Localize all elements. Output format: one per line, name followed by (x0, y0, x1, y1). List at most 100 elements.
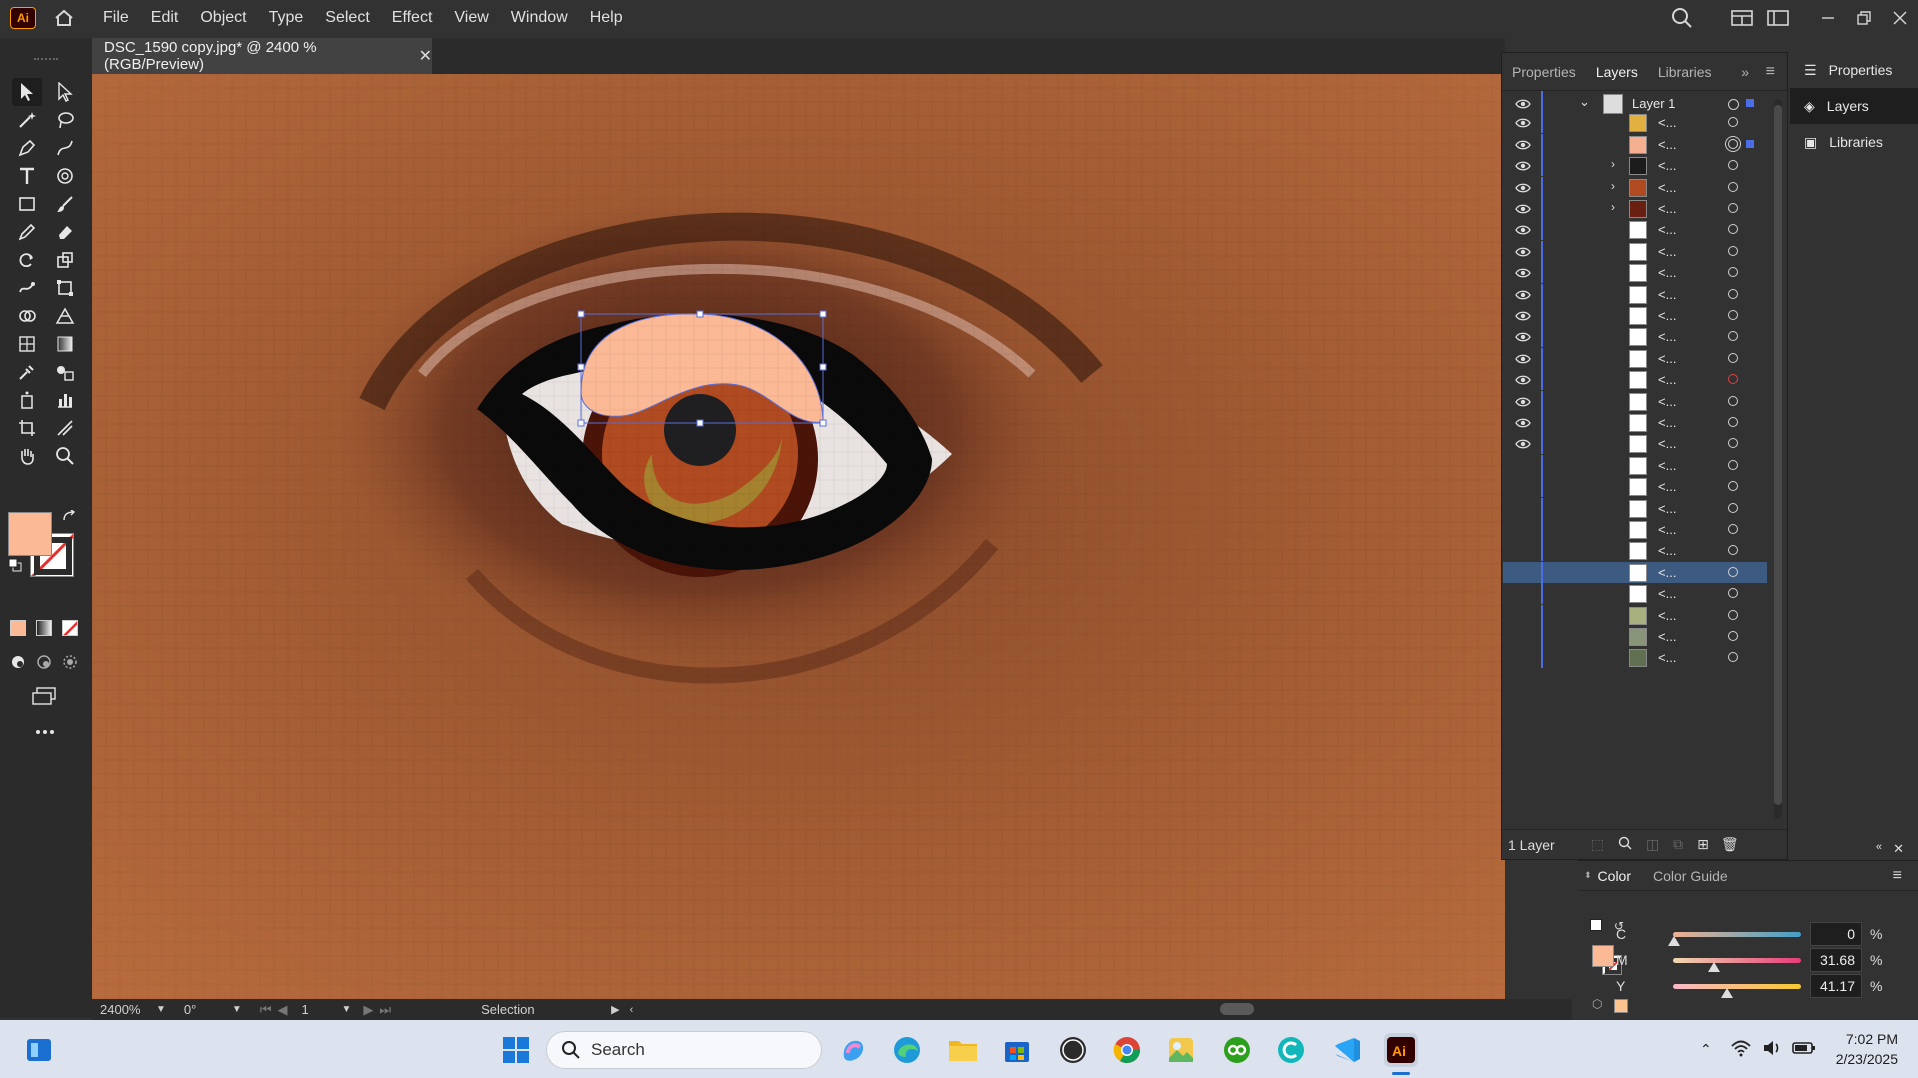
type-tool-icon[interactable] (12, 162, 42, 190)
expand-sublayer-icon[interactable]: › (1611, 200, 1615, 214)
sublayer-target-icon[interactable] (1728, 267, 1738, 278)
zoom-tool-icon[interactable] (50, 442, 80, 470)
start-icon[interactable] (499, 1033, 533, 1067)
draw-normal-icon[interactable] (6, 650, 30, 674)
tab-color[interactable]: Color (1598, 868, 1631, 884)
sublayer-name[interactable]: <... (1658, 351, 1676, 366)
workspace-switcher-icon[interactable] (1760, 0, 1796, 36)
selection-tool-icon[interactable] (12, 78, 42, 106)
blend-tool-icon[interactable] (50, 358, 80, 386)
rectangle-tool-icon[interactable] (12, 190, 42, 218)
visibility-eye-icon[interactable] (1515, 373, 1531, 387)
sublayer-name[interactable]: <... (1658, 115, 1676, 130)
microsoft-store-icon[interactable] (1000, 1033, 1034, 1067)
visibility-eye-icon[interactable] (1515, 630, 1531, 644)
sublayer-row[interactable]: <... (1503, 112, 1767, 134)
symbol-sprayer-tool-icon[interactable] (12, 386, 42, 414)
layer-target-icon[interactable] (1728, 99, 1739, 110)
sublayer-target-icon[interactable] (1728, 160, 1738, 171)
new-layer-icon[interactable]: ⊞ (1697, 836, 1709, 853)
sublayer-target-icon[interactable] (1728, 117, 1738, 128)
sublayer-row[interactable]: <... (1503, 454, 1767, 476)
visibility-eye-icon[interactable] (1515, 480, 1531, 494)
sublayer-name[interactable]: <... (1658, 265, 1676, 280)
rotation-value[interactable]: 0° (184, 1002, 232, 1017)
visibility-eye-icon[interactable] (1515, 587, 1531, 601)
widgets-icon[interactable] (22, 1033, 56, 1067)
color-panel-menu-icon[interactable]: ≡ (1893, 867, 1902, 885)
magic-wand-tool-icon[interactable] (12, 106, 42, 134)
cyan-track[interactable] (1673, 932, 1801, 937)
zoom-level[interactable]: 2400% (100, 1002, 148, 1017)
sublayer-row[interactable]: <... (1503, 326, 1767, 348)
sublayer-row[interactable]: <... (1503, 497, 1767, 519)
menu-edit[interactable]: Edit (140, 9, 190, 27)
sublayer-target-icon[interactable] (1728, 588, 1738, 599)
eraser-tool-icon[interactable] (50, 218, 80, 246)
touch-type-tool-icon[interactable] (50, 162, 80, 190)
sublayer-name[interactable]: <... (1658, 180, 1676, 195)
illustrator-taskbar-icon[interactable]: Ai (1384, 1033, 1418, 1067)
sublayer-name[interactable]: <... (1658, 222, 1676, 237)
sublayer-name[interactable]: <... (1658, 287, 1676, 302)
edge-icon[interactable] (890, 1033, 924, 1067)
sublayer-name[interactable]: <... (1658, 501, 1676, 516)
sublayer-row[interactable]: › <... (1503, 155, 1767, 177)
visibility-eye-icon[interactable] (1515, 330, 1531, 344)
previous-artboard-icon[interactable]: ◀ (278, 1002, 288, 1018)
sublayer-name[interactable]: <... (1658, 415, 1676, 430)
cyan-knob[interactable] (1668, 936, 1680, 946)
column-graph-tool-icon[interactable] (50, 386, 80, 414)
close-document-icon[interactable]: ✕ (419, 46, 432, 66)
zoom-dropdown-icon[interactable]: ▼ (156, 1004, 166, 1015)
dell-icon[interactable] (1056, 1033, 1090, 1067)
sublayer-target-icon[interactable] (1728, 481, 1738, 492)
sublayer-target-icon[interactable] (1728, 181, 1738, 192)
vscode-icon[interactable] (1330, 1033, 1364, 1067)
slice-tool-icon[interactable] (50, 414, 80, 442)
visibility-eye-icon[interactable] (1515, 416, 1531, 430)
rotation-dropdown-icon[interactable]: ▼ (232, 1004, 242, 1015)
selection-indicator[interactable] (1746, 139, 1754, 148)
sublayer-row[interactable]: <... (1503, 583, 1767, 605)
magenta-knob[interactable] (1708, 962, 1720, 972)
cyan-input[interactable]: 0 (1810, 922, 1862, 946)
sublayer-target-icon[interactable] (1728, 245, 1738, 256)
file-explorer-icon[interactable] (946, 1033, 980, 1067)
restore-icon[interactable] (1846, 0, 1882, 36)
chrome-icon[interactable] (1110, 1033, 1144, 1067)
sublayer-target-icon[interactable] (1728, 331, 1738, 342)
expand-sublayer-icon[interactable]: › (1611, 157, 1615, 171)
sublayer-row[interactable]: <... (1503, 519, 1767, 540)
locate-object-icon[interactable] (1618, 836, 1632, 853)
sublayer-name[interactable]: <... (1658, 329, 1676, 344)
sublayer-row[interactable]: <... (1503, 626, 1767, 647)
clipchamp-icon[interactable] (1274, 1033, 1308, 1067)
sublayer-name[interactable]: <... (1658, 244, 1676, 259)
visibility-eye-icon[interactable] (1515, 502, 1531, 516)
quickbooks-icon[interactable] (1220, 1033, 1254, 1067)
menu-view[interactable]: View (443, 9, 499, 27)
layers-scrollbar[interactable] (1774, 99, 1782, 819)
sublayer-row[interactable]: <... (1503, 647, 1767, 669)
yellow-input[interactable]: 41.17 (1810, 974, 1862, 998)
visibility-eye-icon[interactable] (1515, 352, 1531, 366)
volume-icon[interactable] (1762, 1039, 1782, 1060)
show-hidden-icons-icon[interactable]: ⌃ (1700, 1041, 1712, 1058)
create-sublayer-icon[interactable]: ⧉ (1673, 836, 1683, 853)
panel-collapse-arrows-icon[interactable]: ⬍ (1584, 870, 1592, 881)
sublayer-name[interactable]: <... (1658, 629, 1676, 644)
sublayer-target-icon[interactable] (1728, 374, 1738, 385)
perspective-grid-tool-icon[interactable] (50, 302, 80, 330)
sublayer-target-icon[interactable] (1728, 524, 1738, 534)
shape-builder-tool-icon[interactable] (12, 302, 42, 330)
sublayer-target-icon[interactable] (1728, 545, 1738, 556)
sublayer-target-icon[interactable] (1728, 288, 1738, 299)
menu-help[interactable]: Help (579, 9, 634, 27)
menu-object[interactable]: Object (189, 9, 257, 27)
sublayer-name[interactable]: <... (1658, 565, 1676, 580)
yellow-knob[interactable] (1721, 988, 1733, 998)
sublayer-target-icon[interactable] (1728, 138, 1738, 149)
fill-swatch-front[interactable] (8, 512, 52, 556)
visibility-eye-icon[interactable] (1515, 245, 1531, 259)
